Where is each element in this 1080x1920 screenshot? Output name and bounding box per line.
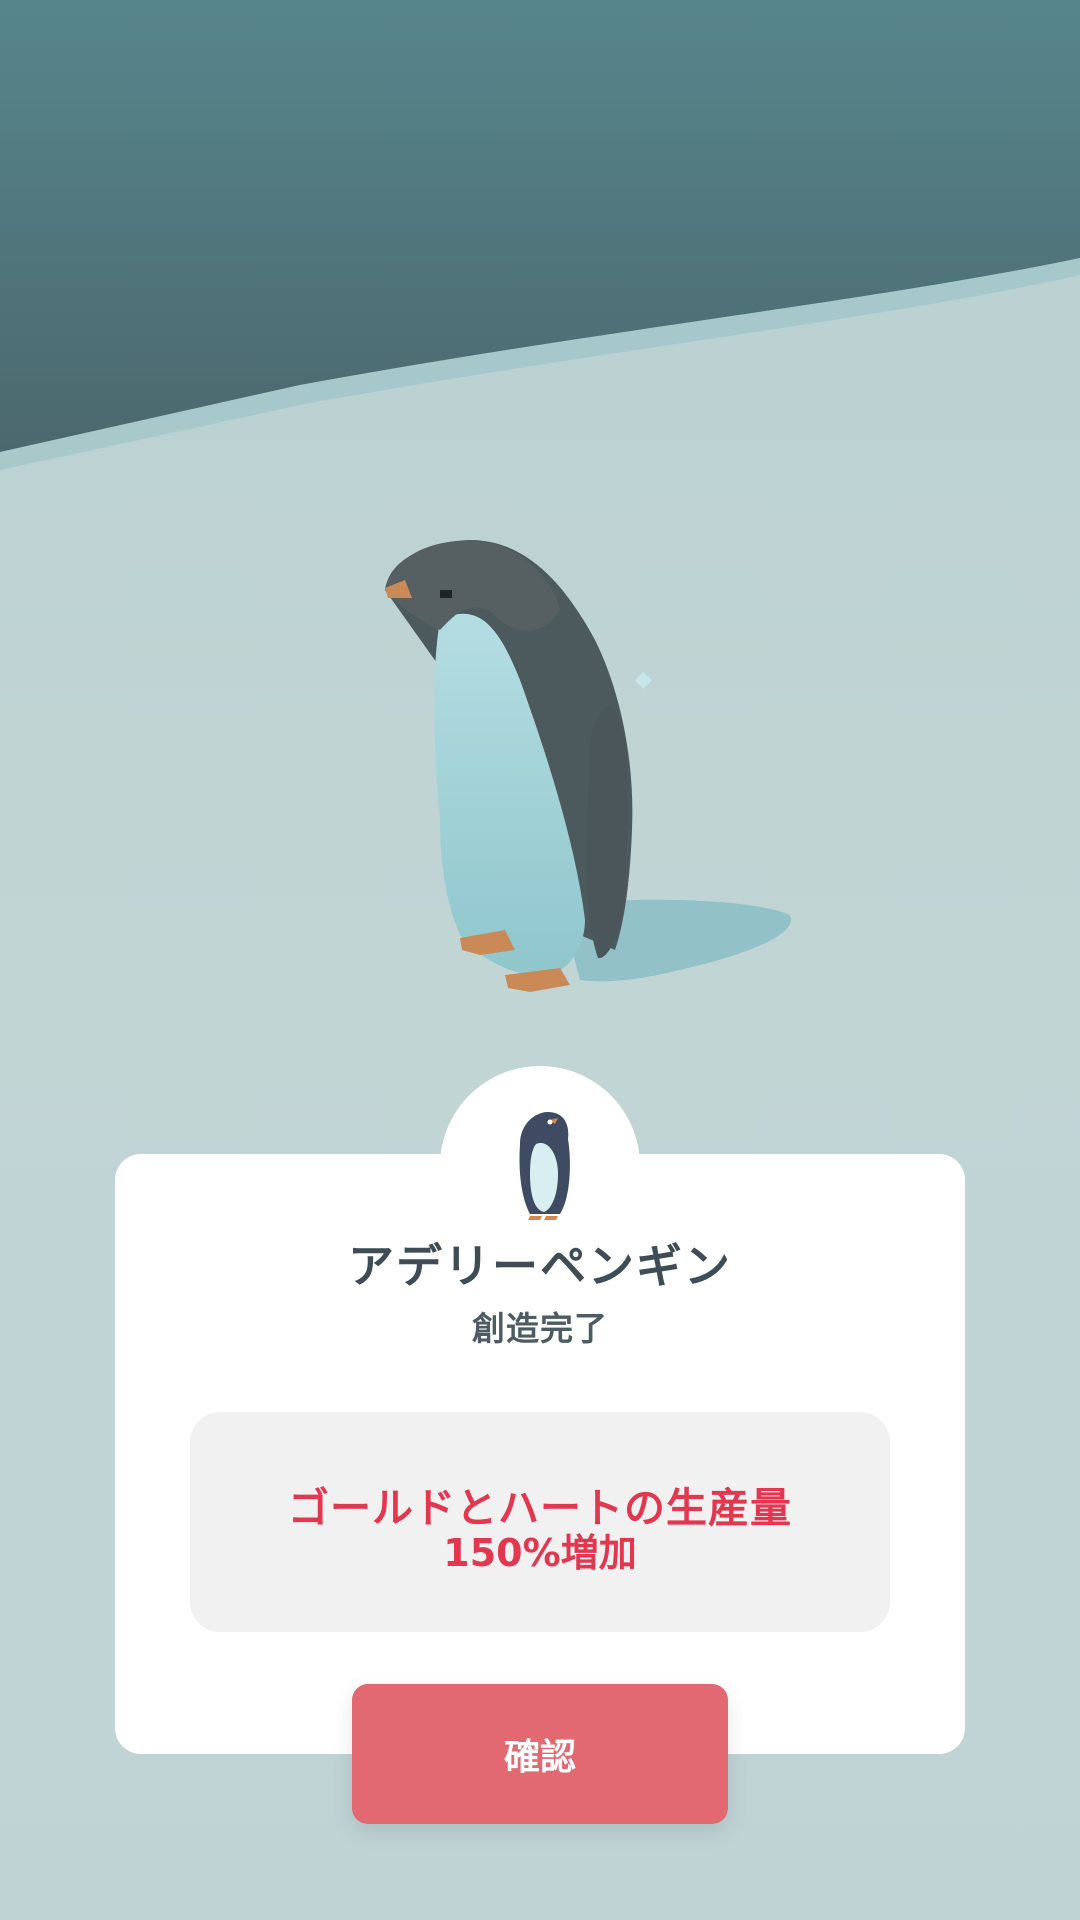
bonus-panel: ゴールドとハートの生産量 150%増加 bbox=[190, 1412, 890, 1632]
creation-status: 創造完了 bbox=[472, 1309, 608, 1348]
penguin-eye bbox=[440, 590, 452, 598]
bonus-amount: 150%増加 bbox=[443, 1531, 637, 1575]
penguin-icon bbox=[519, 1112, 570, 1220]
creature-name: アデリーペンギン bbox=[348, 1239, 732, 1293]
penguin-flipper bbox=[586, 706, 628, 959]
confirm-button[interactable]: 確認 bbox=[352, 1684, 728, 1824]
